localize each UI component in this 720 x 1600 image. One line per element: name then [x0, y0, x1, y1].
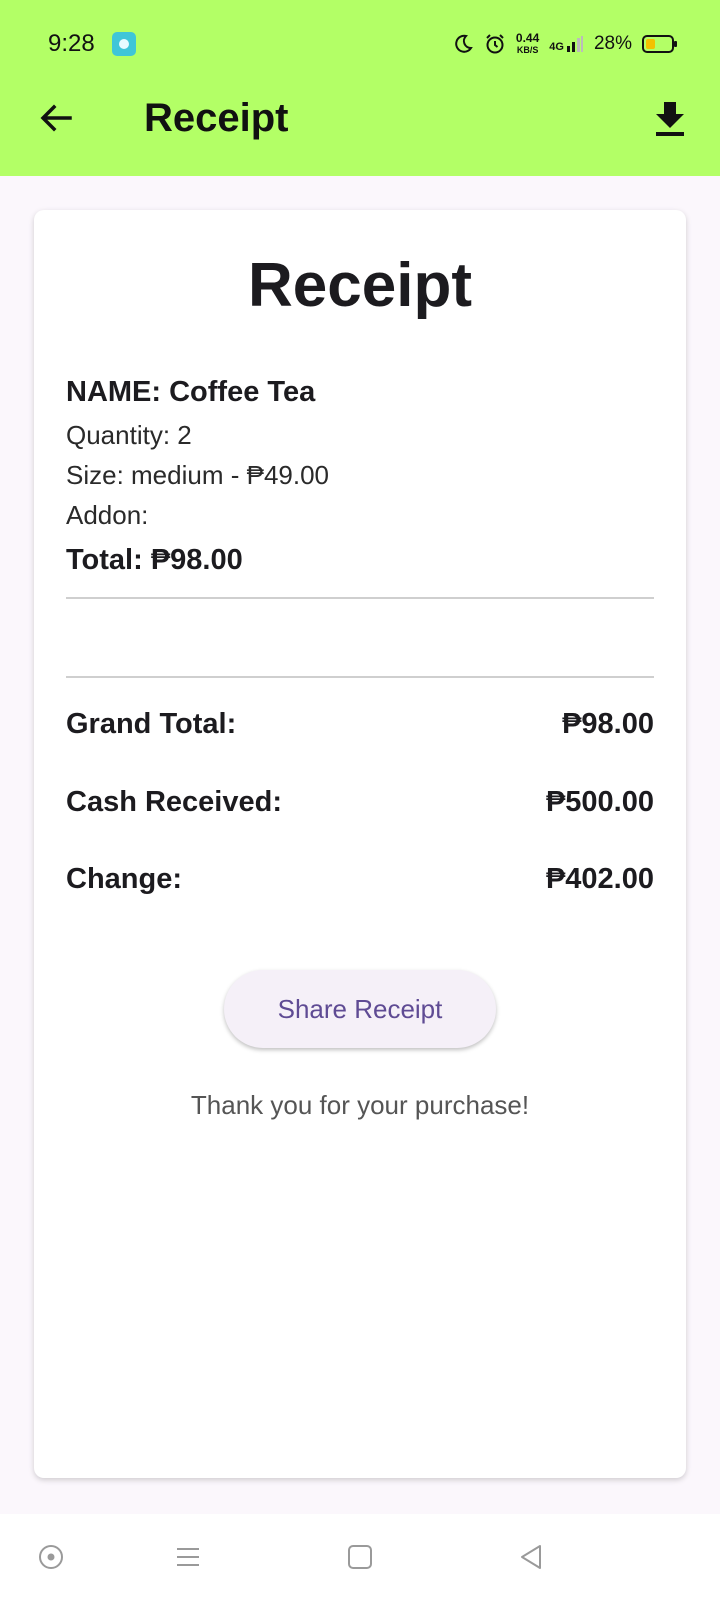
network-speed-value: 0.44 — [515, 30, 540, 45]
download-button[interactable] — [648, 96, 692, 140]
back-button[interactable] — [34, 96, 78, 140]
home-icon — [348, 1545, 372, 1569]
assistant-icon — [39, 1545, 63, 1569]
network-speed-unit: KB/S — [516, 44, 539, 55]
share-receipt-button[interactable]: Share Receipt — [224, 970, 496, 1048]
cash-received-label: Cash Received: — [66, 786, 282, 818]
status-bar: 9:28 0.44 KB/S 4G 28% — [0, 0, 720, 84]
battery-icon — [642, 35, 677, 53]
app-bar: 9:28 0.44 KB/S 4G 28% Receipt — [0, 0, 720, 176]
back-triangle-icon — [521, 1545, 541, 1569]
menu-button[interactable] — [167, 1536, 209, 1578]
menu-icon — [177, 1548, 199, 1566]
cash-received-value: ₱500.00 — [545, 786, 654, 818]
thank-you-message: Thank you for your purchase! — [190, 1090, 530, 1120]
arrow-back-icon — [40, 104, 72, 132]
system-nav-bar — [0, 1514, 720, 1600]
download-icon — [656, 102, 684, 136]
network-speed: 0.44 KB/S — [515, 30, 540, 56]
status-time: 9:28 — [48, 30, 95, 57]
page-title: Receipt — [144, 96, 289, 140]
home-button[interactable] — [339, 1536, 381, 1578]
status-icons: 0.44 KB/S 4G 28% — [452, 28, 677, 60]
item-quantity: Quantity: 2 — [66, 420, 192, 450]
divider — [66, 676, 654, 678]
change-label: Change: — [66, 863, 182, 895]
alarm-icon — [484, 33, 506, 55]
grand-total-label: Grand Total: — [66, 708, 237, 740]
signal-label: 4G — [549, 41, 564, 53]
item-addon: Addon: — [66, 500, 149, 530]
nav-back-button[interactable] — [510, 1536, 552, 1578]
message-app-icon — [112, 32, 136, 56]
change-value: ₱402.00 — [545, 863, 654, 895]
item-name: NAME: Coffee Tea — [66, 376, 316, 408]
item-size: Size: medium - ₱49.00 — [66, 460, 330, 490]
receipt-card: Receipt NAME: Coffee Tea Quantity: 2 Siz… — [34, 210, 686, 1478]
assistant-button[interactable] — [30, 1536, 72, 1578]
moon-icon — [452, 33, 474, 55]
item-total: Total: ₱98.00 — [66, 544, 243, 576]
grand-total-value: ₱98.00 — [562, 708, 654, 740]
divider — [66, 597, 654, 599]
signal-icon: 4G — [549, 35, 584, 53]
battery-percent: 28% — [593, 33, 632, 54]
receipt-title: Receipt — [248, 251, 472, 320]
